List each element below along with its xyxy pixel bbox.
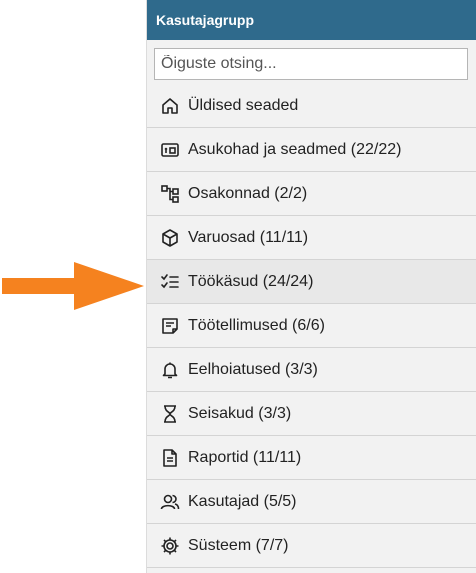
search-container [147, 40, 476, 84]
menu-item-label: Kasutajad (5/5) [188, 492, 297, 510]
menu-item-work-requests[interactable]: Töötellimused (6/6) [147, 304, 476, 348]
menu-item-system[interactable]: Süsteem (7/7) [147, 524, 476, 568]
menu-item-label: Töötellimused (6/6) [188, 316, 325, 334]
permissions-search-input[interactable] [154, 48, 468, 80]
panel-title: Kasutajagrupp [156, 12, 255, 28]
menu-item-general-settings[interactable]: Üldised seaded [147, 84, 476, 128]
menu-item-work-orders[interactable]: Töökäsud (24/24) [147, 260, 476, 304]
menu-item-spare-parts[interactable]: Varuosad (11/11) [147, 216, 476, 260]
menu-item-label: Seisakud (3/3) [188, 404, 292, 422]
panel-header: Kasutajagrupp [147, 0, 476, 40]
menu-item-locations-equipment[interactable]: Asukohad ja seadmed (22/22) [147, 128, 476, 172]
menu-item-label: Eelhoiatused (3/3) [188, 360, 318, 378]
document-icon [159, 447, 181, 469]
menu-item-warnings[interactable]: Eelhoiatused (3/3) [147, 348, 476, 392]
menu-item-users[interactable]: Kasutajad (5/5) [147, 480, 476, 524]
menu-item-label: Töökäsud (24/24) [188, 272, 314, 290]
menu-item-departments[interactable]: Osakonnad (2/2) [147, 172, 476, 216]
home-icon [159, 95, 181, 117]
hierarchy-icon [159, 183, 181, 205]
menu-item-downtimes[interactable]: Seisakud (3/3) [147, 392, 476, 436]
menu-item-reports[interactable]: Raportid (11/11) [147, 436, 476, 480]
menu-item-label: Raportid (11/11) [188, 448, 302, 466]
menu-item-label: Varuosad (11/11) [188, 228, 309, 246]
hourglass-icon [159, 403, 181, 425]
note-icon [159, 315, 181, 337]
menu-item-label: Osakonnad (2/2) [188, 184, 308, 202]
user-group-panel: Kasutajagrupp Üldised seaded Asukohad ja… [146, 0, 476, 573]
checklist-icon [159, 271, 181, 293]
menu-item-label: Süsteem (7/7) [188, 536, 289, 554]
box-icon [159, 227, 181, 249]
pointer-arrow-icon [2, 262, 144, 310]
permissions-menu: Üldised seaded Asukohad ja seadmed (22/2… [147, 84, 476, 568]
menu-item-label: Asukohad ja seadmed (22/22) [188, 140, 402, 158]
locations-icon [159, 139, 181, 161]
bell-icon [159, 359, 181, 381]
users-icon [159, 491, 181, 513]
menu-item-label: Üldised seaded [188, 96, 299, 114]
gear-icon [159, 535, 181, 557]
